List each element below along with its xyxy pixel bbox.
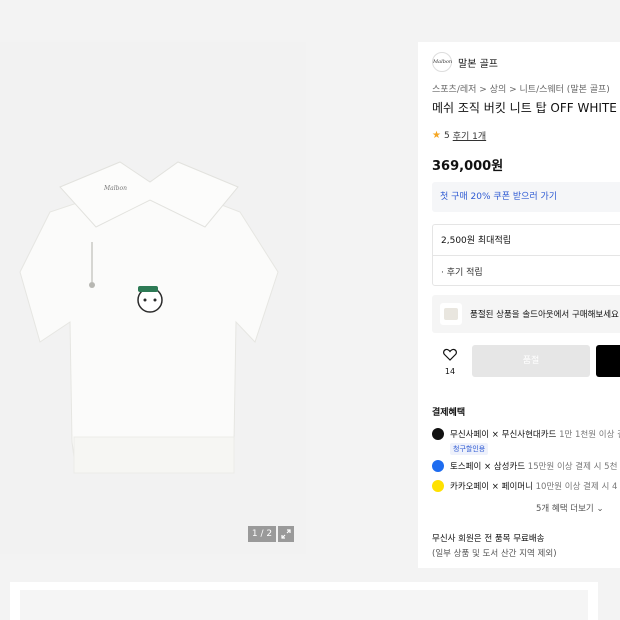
benefit-detail: 15만원 이상 결제 시 5천 xyxy=(527,462,618,472)
breadcrumb[interactable]: 스포츠/레저 > 상의 > 니트/스웨터 (말본 골프) xyxy=(432,82,610,95)
shirt-brand-text: Malbon xyxy=(103,185,127,192)
benefits-title: 결제혜택 xyxy=(432,408,466,418)
benefit-detail: 1만 1천원 이상 결 xyxy=(559,430,620,440)
soldout-text: 품절된 상품을 솔드아웃에서 구매해보세요 xyxy=(470,310,619,320)
rating: ★ 5 후기 1개 xyxy=(432,129,486,142)
like-button[interactable]: 14 xyxy=(440,346,460,376)
bottom-section xyxy=(10,582,598,620)
benefit-name: 토스페이 × 삼성카드 xyxy=(450,462,526,472)
brand-link[interactable]: Malbon 말본 골프 xyxy=(432,52,498,72)
product-image[interactable]: Malbon xyxy=(0,42,306,554)
heart-icon xyxy=(443,348,457,361)
soldout-thumbnail xyxy=(440,303,462,325)
points-review: · 후기 적립 xyxy=(441,268,483,278)
product-info-panel: Malbon 말본 골프 스포츠/레저 > 상의 > 니트/스웨터 (말본 골프… xyxy=(418,42,620,568)
benefit-detail: 10만원 이상 결제 시 4 xyxy=(535,482,618,492)
shipping-note: (일부 상품 및 도서 산간 지역 제외) xyxy=(432,549,557,559)
image-counter: 1 / 2 xyxy=(248,526,276,542)
brand-logo: Malbon xyxy=(432,52,452,72)
product-page: Malbon 1 / 2 Malbon 말본 골프 스포츠/레저 > 상의 > … xyxy=(0,0,620,620)
musinsa-pay-icon xyxy=(432,428,444,440)
divider xyxy=(433,255,620,256)
benefit-name: 무신사페이 × 무신사현대카드 xyxy=(450,430,557,440)
coupon-banner[interactable]: 첫 구매 20% 쿠폰 받으러 가기 xyxy=(432,182,620,212)
shipping-info: 무신사 회원은 전 품목 무료배송 xyxy=(432,534,545,544)
soldout-button[interactable]: 품절 xyxy=(472,345,590,377)
benefit-item: 토스페이 × 삼성카드 15만원 이상 결제 시 5천 xyxy=(432,460,617,472)
more-benefits-link[interactable]: 5개 혜택 더보기 ⌄ xyxy=(536,502,604,514)
like-count: 14 xyxy=(444,367,456,376)
review-link[interactable]: 후기 1개 xyxy=(453,129,486,142)
points-max[interactable]: 2,500원 최대적립 xyxy=(441,233,511,246)
rating-value: 5 xyxy=(443,130,450,141)
benefit-item: 카카오페이 × 페이머니 10만원 이상 결제 시 4 xyxy=(432,480,617,492)
toss-pay-icon xyxy=(432,460,444,472)
product-price: 369,000원 xyxy=(432,159,504,174)
benefit-tag: 청구할인용 xyxy=(450,443,489,455)
product-gallery: Malbon xyxy=(0,42,306,554)
chevron-down-icon: ⌄ xyxy=(596,504,604,514)
benefit-name: 카카오페이 × 페이머니 xyxy=(450,482,533,492)
buy-button[interactable] xyxy=(596,345,620,377)
expand-icon[interactable] xyxy=(278,526,294,542)
knit-top-illustration: Malbon xyxy=(0,42,306,554)
more-benefits-label: 5개 혜택 더보기 xyxy=(536,504,594,514)
brand-name: 말본 골프 xyxy=(458,58,498,70)
benefit-item: 무신사페이 × 무신사현대카드 1만 1천원 이상 결 청구할인용 xyxy=(432,428,620,455)
star-icon: ★ xyxy=(432,130,441,141)
bottom-placeholder xyxy=(20,590,588,620)
soldout-banner[interactable]: 품절된 상품을 솔드아웃에서 구매해보세요 xyxy=(432,295,620,333)
points-box: 2,500원 최대적립 · 후기 적립 xyxy=(432,224,620,286)
kakao-pay-icon xyxy=(432,480,444,492)
product-title: 메쉬 조직 버킷 니트 탑 OFF WHITE ( xyxy=(432,101,620,115)
